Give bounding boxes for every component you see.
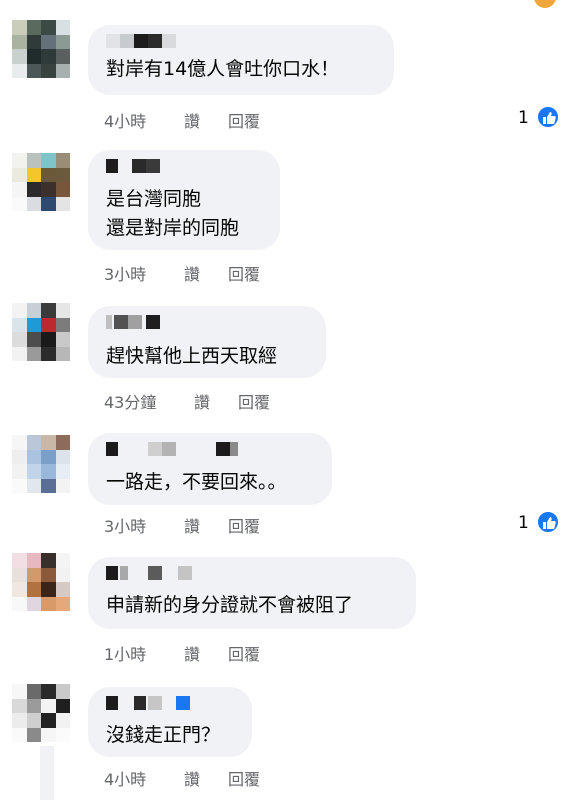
reply-thread-line bbox=[40, 746, 54, 800]
reaction-count: 1 bbox=[518, 513, 529, 533]
reply-action[interactable]: 回覆 bbox=[228, 766, 260, 790]
comment-bubble: 一路走，不要回來。。 bbox=[88, 433, 332, 505]
like-action[interactable]: 讚 bbox=[194, 389, 210, 413]
reply-action[interactable]: 回覆 bbox=[228, 261, 260, 285]
timestamp[interactable]: 3小時 bbox=[104, 261, 146, 285]
comment-text: 是台灣同胞 還是對岸的同胞 bbox=[106, 188, 240, 239]
comment-bubble: 是台灣同胞 還是對岸的同胞 bbox=[88, 150, 280, 250]
avatar[interactable] bbox=[12, 684, 70, 742]
reaction-count: 1 bbox=[518, 108, 529, 128]
top-reaction-fragment bbox=[534, 0, 556, 8]
avatar[interactable] bbox=[12, 153, 70, 211]
comment-text: 沒錢走正門？ bbox=[106, 724, 221, 746]
reply-action[interactable]: 回覆 bbox=[228, 513, 260, 537]
like-action[interactable]: 讚 bbox=[184, 108, 200, 132]
comment-bubble: 沒錢走正門？ bbox=[88, 687, 252, 757]
comment-bubble: 申請新的身分證就不會被阻了 bbox=[88, 557, 416, 629]
timestamp[interactable]: 43分鐘 bbox=[104, 389, 156, 413]
reply-action[interactable]: 回覆 bbox=[228, 108, 260, 132]
like-icon bbox=[536, 105, 560, 129]
comment-text: 申請新的身分證就不會被阻了 bbox=[106, 594, 354, 616]
like-action[interactable]: 讚 bbox=[184, 766, 200, 790]
comment-text: 對岸有14億人會吐你口水！ bbox=[106, 58, 340, 80]
comment-bubble: 趕快幫他上西天取經 bbox=[88, 306, 326, 378]
comment-text: 一路走，不要回來。。 bbox=[106, 471, 287, 493]
comment-text: 趕快幫他上西天取經 bbox=[106, 345, 278, 367]
timestamp[interactable]: 4小時 bbox=[104, 766, 146, 790]
comment-bubble: 對岸有14億人會吐你口水！ bbox=[88, 25, 394, 95]
like-icon bbox=[536, 510, 560, 534]
like-action[interactable]: 讚 bbox=[184, 641, 200, 665]
reply-action[interactable]: 回覆 bbox=[228, 641, 260, 665]
timestamp[interactable]: 1小時 bbox=[104, 641, 146, 665]
like-action[interactable]: 讚 bbox=[184, 513, 200, 537]
timestamp[interactable]: 3小時 bbox=[104, 513, 146, 537]
reply-action[interactable]: 回覆 bbox=[238, 389, 270, 413]
timestamp[interactable]: 4小時 bbox=[104, 108, 146, 132]
avatar[interactable] bbox=[12, 20, 70, 78]
avatar[interactable] bbox=[12, 553, 70, 611]
like-action[interactable]: 讚 bbox=[184, 261, 200, 285]
avatar[interactable] bbox=[12, 303, 70, 361]
avatar[interactable] bbox=[12, 435, 70, 493]
